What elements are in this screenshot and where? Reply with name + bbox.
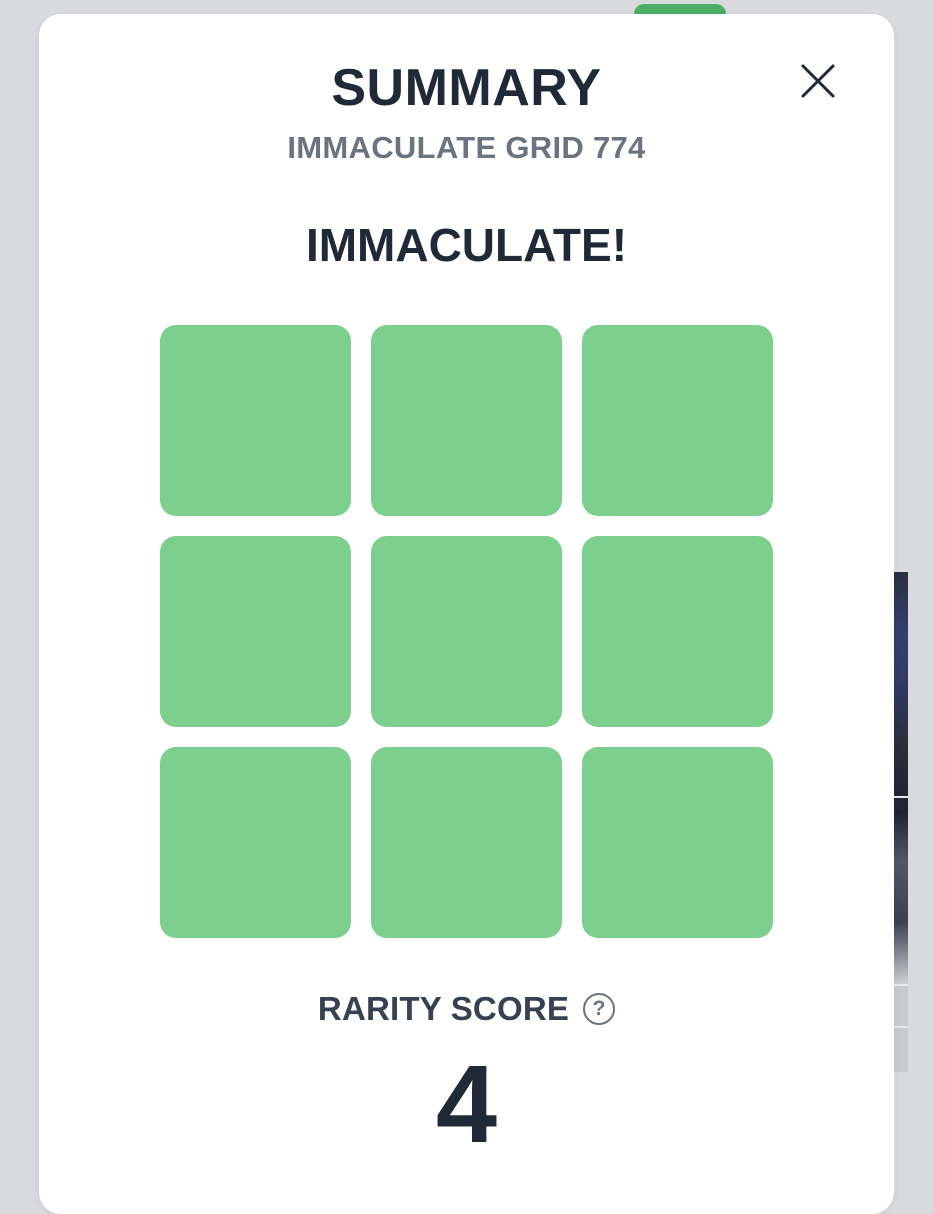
grid-cell: [582, 325, 773, 516]
grid-cell: [160, 536, 351, 727]
grid-cell: [371, 536, 562, 727]
grid-cell: [582, 747, 773, 938]
grid-number-subtitle: IMMACULATE GRID 774: [287, 130, 646, 165]
rarity-score-header: RARITY SCORE ?: [39, 990, 894, 1028]
help-icon[interactable]: ?: [583, 993, 616, 1025]
grid-cell: [371, 747, 562, 938]
modal-title: SUMMARY: [331, 59, 602, 117]
result-label: IMMACULATE!: [305, 219, 628, 271]
rarity-score-value: 4: [435, 1043, 498, 1166]
result-grid: [160, 325, 773, 938]
grid-cell: [160, 747, 351, 938]
grid-cell: [160, 325, 351, 516]
rarity-score-label: RARITY SCORE: [317, 990, 570, 1027]
grid-cell: [582, 536, 773, 727]
grid-cell: [371, 325, 562, 516]
summary-modal: SUMMARY IMMACULATE GRID 774 IMMACULATE! …: [39, 14, 894, 1214]
